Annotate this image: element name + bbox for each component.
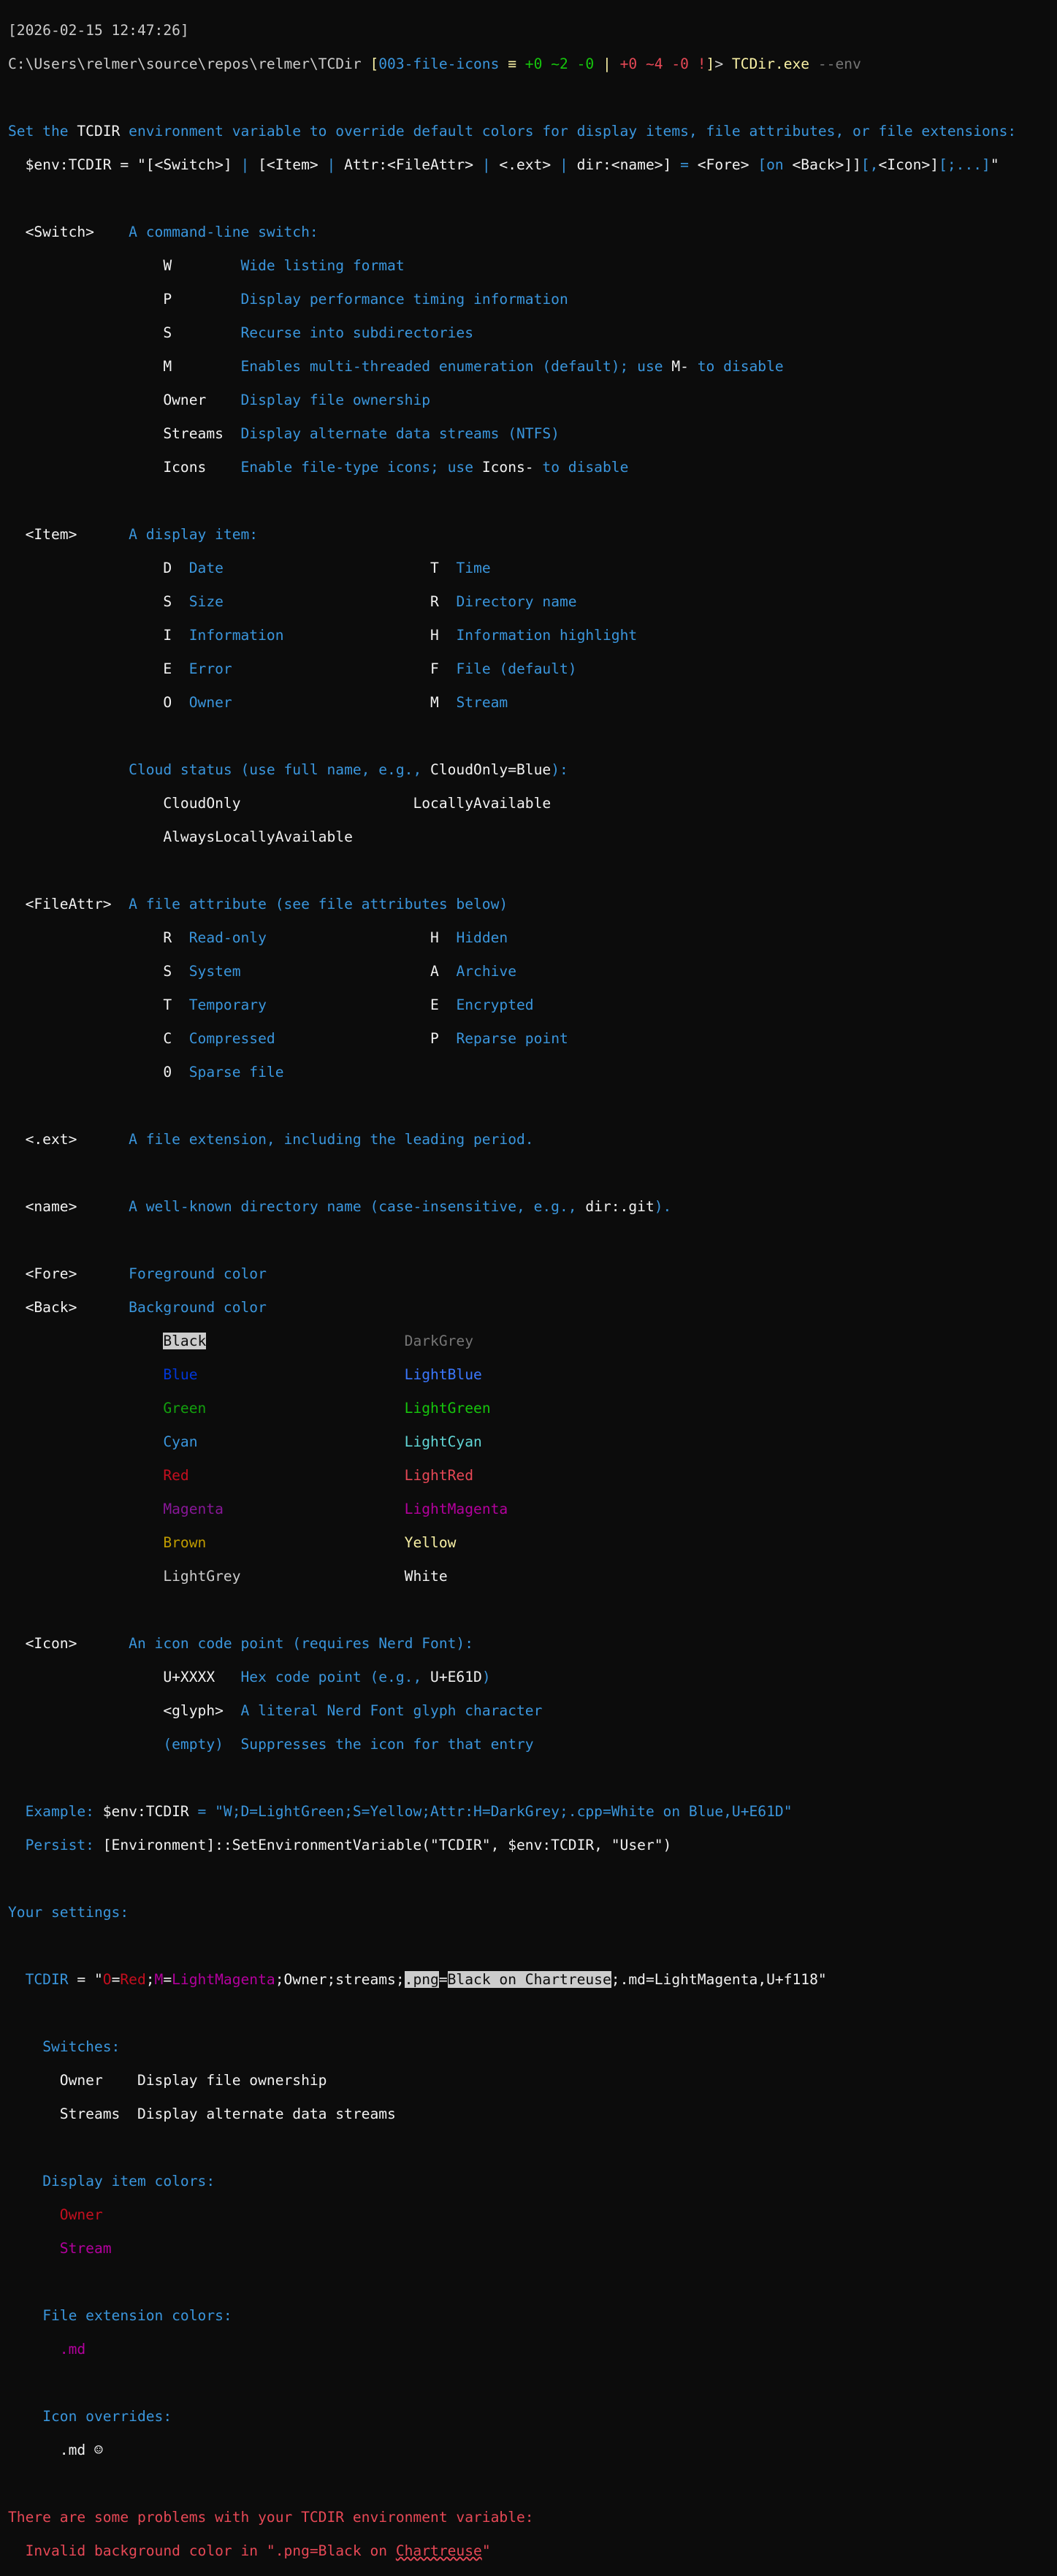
- color-swatch-lightred: LightRed: [404, 1467, 474, 1484]
- color-swatch-white: White: [404, 1568, 448, 1585]
- item-row: E Error F File (default): [163, 660, 577, 677]
- switch-row: Streams Display alternate data streams (…: [163, 425, 560, 442]
- fileattr-row: T Temporary E Encrypted: [163, 997, 534, 1013]
- icon-overrides-heading: Icon overrides:: [42, 2408, 172, 2425]
- icon-row: U+XXXX Hex code point (e.g., U+E61D): [163, 1669, 491, 1685]
- icon-overrides-row: .md ☺: [59, 2442, 103, 2458]
- color-swatch-lightgreen: LightGreen: [404, 1400, 491, 1417]
- switch-row: W Wide listing format: [163, 257, 405, 274]
- color-row: Blue LightBlue: [8, 1366, 1057, 1383]
- switches-row: Streams Display alternate data streams: [59, 2106, 396, 2122]
- icon-heading: <Icon> An icon code point (requires Nerd…: [25, 1635, 474, 1652]
- ext-colors-heading: File extension colors:: [42, 2307, 232, 2324]
- item-colors-heading: Display item colors:: [42, 2173, 215, 2190]
- fileattr-heading: <FileAttr> A file attribute (see file at…: [25, 896, 508, 912]
- icon-row: (empty) Suppresses the icon for that ent…: [163, 1736, 534, 1753]
- fileattr-row: S System A Archive: [163, 963, 517, 980]
- cloud-status-row: CloudOnly LocallyAvailable: [163, 795, 552, 812]
- color-swatch-black: Black: [163, 1333, 207, 1349]
- color-row: Green LightGreen: [8, 1400, 1057, 1417]
- color-swatch-lightgrey: LightGrey: [163, 1568, 241, 1585]
- git-index-deleted: -0: [576, 56, 595, 72]
- intro-line: Set the TCDIR environment variable to ov…: [8, 123, 1017, 140]
- syntax-line: $env:TCDIR = "[<Switch>] | [<Item> | Att…: [8, 156, 999, 173]
- color-swatch-blue: Blue: [163, 1366, 198, 1383]
- item-colors-row: Stream: [59, 2240, 112, 2257]
- name-heading: <name> A well-known directory name (case…: [25, 1198, 672, 1215]
- fileattr-row: C Compressed P Reparse point: [163, 1030, 568, 1047]
- color-swatch-lightblue: LightBlue: [404, 1366, 482, 1383]
- color-swatch-magenta: Magenta: [163, 1501, 224, 1517]
- switch-row: Owner Display file ownership: [163, 392, 431, 408]
- invalid-color-underline: Chartreuse: [395, 2542, 482, 2559]
- color-row: LightGrey White: [8, 1568, 1057, 1585]
- error-line: Invalid background color in ".png=Black …: [8, 2542, 491, 2559]
- color-row: Black DarkGrey: [8, 1333, 1057, 1349]
- invalid-entry-highlight: .png: [404, 1971, 439, 1988]
- timestamp: [2026-02-15 12:47:26]: [8, 22, 189, 39]
- switches-heading: Switches:: [42, 2038, 121, 2055]
- back-heading: <Back> Background color: [25, 1299, 267, 1316]
- switch-row: M Enables multi-threaded enumeration (de…: [163, 358, 784, 375]
- git-index-modified: ~2: [551, 56, 568, 72]
- tcdir-value-line: TCDIR = "O=Red;M=LightMagenta;Owner;stre…: [25, 1971, 827, 1988]
- prompt-command-line: C:\Users\relmer\source\repos\relmer\TCDi…: [8, 56, 861, 72]
- persist-line: Persist: [Environment]::SetEnvironmentVa…: [25, 1837, 672, 1853]
- prompt-timestamp-line: [2026-02-15 12:47:26]: [8, 22, 1057, 39]
- git-branch: 003-file-icons: [378, 56, 500, 72]
- color-row: Brown Yellow: [8, 1534, 1057, 1551]
- color-swatch-darkgrey: DarkGrey: [404, 1333, 474, 1349]
- color-row: Cyan LightCyan: [8, 1433, 1057, 1450]
- color-swatch-lightcyan: LightCyan: [404, 1433, 482, 1450]
- switch-heading: <Switch> A command-line switch:: [25, 224, 318, 240]
- git-work-modified: ~4: [645, 56, 663, 72]
- switch-row: Icons Enable file-type icons; use Icons-…: [163, 459, 629, 476]
- terminal-window[interactable]: [2026-02-15 12:47:26] C:\Users\relmer\so…: [0, 0, 1057, 2576]
- git-work-flag: !: [697, 56, 706, 72]
- fileattr-row: R Read-only H Hidden: [163, 929, 508, 946]
- color-swatch-cyan: Cyan: [163, 1433, 198, 1450]
- example-line: Example: $env:TCDIR = "W;D=LightGreen;S=…: [25, 1803, 793, 1820]
- git-work-added: +0: [619, 56, 638, 72]
- item-row: S Size R Directory name: [163, 593, 577, 610]
- invalid-value-highlight: Black on Chartreuse: [447, 1971, 611, 1988]
- color-swatch-yellow: Yellow: [404, 1534, 457, 1551]
- fileattr-row: 0 Sparse file: [163, 1064, 284, 1081]
- item-heading: <Item> A display item:: [25, 526, 259, 543]
- color-swatch-red: Red: [163, 1467, 189, 1484]
- color-swatch-lightmagenta: LightMagenta: [404, 1501, 508, 1517]
- color-row: Magenta LightMagenta: [8, 1501, 1057, 1517]
- item-row: D Date T Time: [163, 560, 491, 576]
- color-swatch-green: Green: [163, 1400, 207, 1417]
- cloud-status-heading: Cloud status (use full name, e.g., Cloud…: [129, 761, 568, 778]
- fore-heading: <Fore> Foreground color: [25, 1265, 267, 1282]
- icon-row: <glyph> A literal Nerd Font glyph charac…: [163, 1702, 543, 1719]
- color-swatch-brown: Brown: [163, 1534, 207, 1551]
- item-row: O Owner M Stream: [163, 694, 508, 711]
- command-argument: --env: [817, 56, 861, 72]
- prompt-path: C:\Users\relmer\source\repos\relmer\TCDi…: [8, 56, 362, 72]
- switch-row: S Recurse into subdirectories: [163, 324, 474, 341]
- git-work-deleted: -0: [671, 56, 689, 72]
- item-colors-row: Owner: [59, 2206, 103, 2223]
- ext-heading: <.ext> A file extension, including the l…: [25, 1131, 534, 1148]
- smiley-icon: ☺: [94, 2442, 103, 2458]
- git-index-added: +0: [524, 56, 543, 72]
- color-row: Red LightRed: [8, 1467, 1057, 1484]
- settings-heading: Your settings:: [8, 1904, 129, 1921]
- switches-row: Owner Display file ownership: [59, 2072, 327, 2089]
- switch-row: P Display performance timing information: [163, 291, 568, 308]
- error-heading: There are some problems with your TCDIR …: [8, 2509, 534, 2526]
- item-row: I Information H Information highlight: [163, 627, 638, 644]
- ext-colors-row: .md: [59, 2341, 86, 2358]
- cloud-status-row: AlwaysLocallyAvailable: [163, 828, 353, 845]
- command-name: TCDir.exe: [731, 56, 810, 72]
